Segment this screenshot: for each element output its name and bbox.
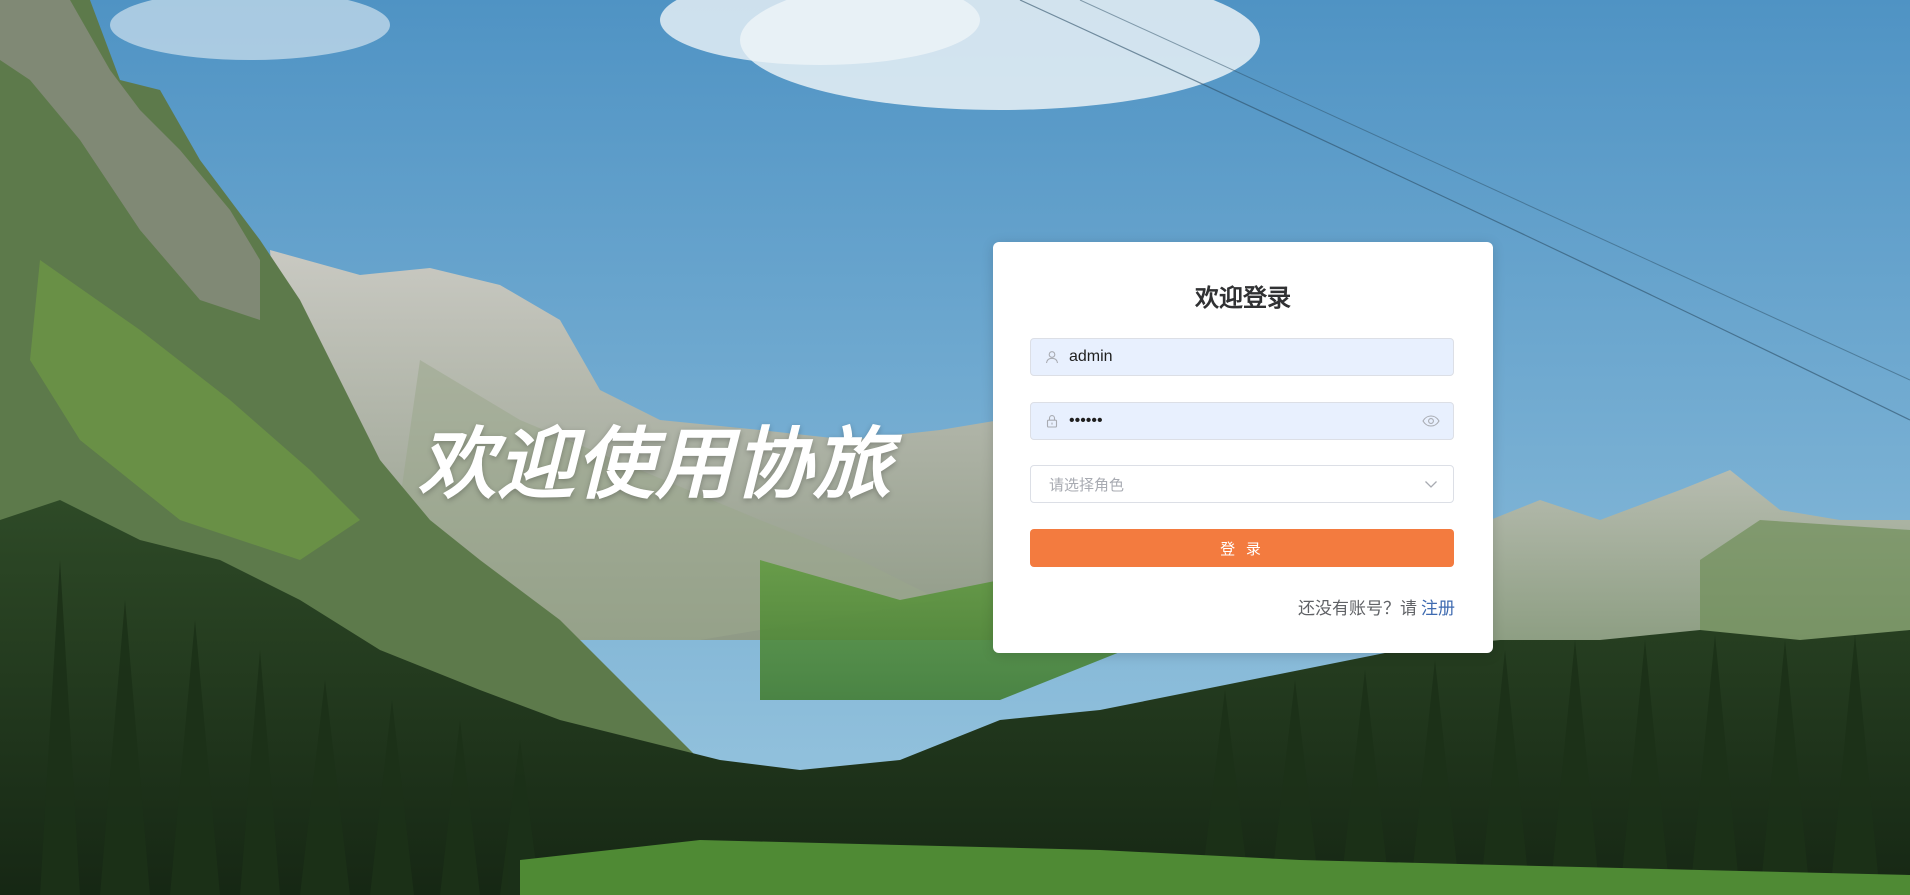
- user-icon: [1043, 348, 1061, 366]
- password-field[interactable]: ••••••: [1030, 402, 1454, 440]
- eye-icon[interactable]: [1421, 411, 1441, 431]
- login-card: 欢迎登录 admin •••••• 请选择角色 登 录 还没有账号？请 注册: [993, 242, 1493, 653]
- chevron-down-icon[interactable]: [1421, 474, 1441, 494]
- register-link[interactable]: 注册: [1421, 599, 1455, 619]
- login-button[interactable]: 登 录: [1030, 529, 1454, 567]
- register-prompt: 还没有账号？请: [1298, 599, 1417, 619]
- lock-icon: [1043, 412, 1061, 430]
- username-value[interactable]: admin: [1069, 348, 1453, 366]
- register-line: 还没有账号？请 注册: [1298, 594, 1455, 619]
- login-page: 欢迎使用协旅 欢迎登录 admin •••••• 请选择角色 登 录 还没有账号…: [0, 0, 1910, 895]
- landscape-background: [0, 0, 1910, 895]
- hero-title: 欢迎使用协旅: [418, 420, 893, 510]
- role-placeholder: 请选择角色: [1049, 475, 1125, 494]
- username-field[interactable]: admin: [1030, 338, 1454, 376]
- role-select[interactable]: 请选择角色: [1030, 465, 1454, 503]
- password-value[interactable]: ••••••: [1069, 412, 1421, 430]
- login-title: 欢迎登录: [1195, 284, 1291, 312]
